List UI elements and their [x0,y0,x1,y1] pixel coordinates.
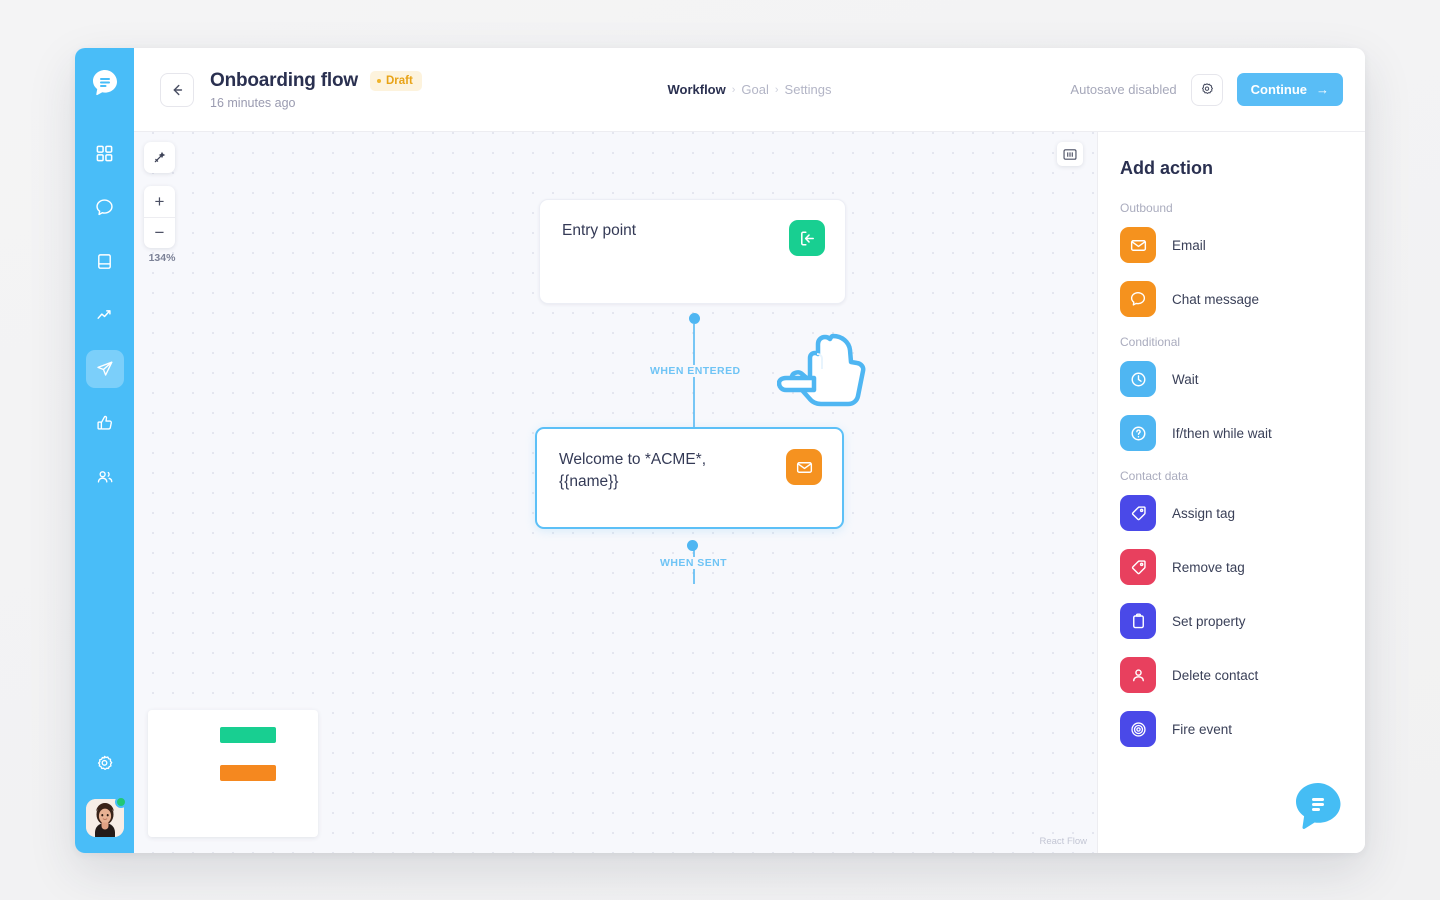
chat-widget-icon[interactable] [1293,781,1343,831]
action-item-delete-contact[interactable]: Delete contact [1120,657,1365,693]
sidebar-item-knowledge-base[interactable] [86,242,124,280]
continue-button-label: Continue [1250,82,1307,97]
rail-bottom-group [75,745,134,837]
breadcrumb-separator: › [774,83,779,96]
left-nav-rail [75,48,134,853]
action-item-label: Set property [1172,613,1246,629]
person-icon [1120,657,1156,693]
action-item-label: Remove tag [1172,559,1245,575]
zoom-controls: + − [144,186,175,248]
entry-point-icon [789,220,825,256]
main-body: + − 134% WHEN ENTERED WHEN SENT Entry po… [134,132,1365,853]
edge-label-when-entered: WHEN ENTERED [645,365,746,377]
arrow-right-icon: → [1316,82,1329,97]
sidebar-item-chats[interactable] [86,188,124,226]
page-background: Onboarding flow Draft 16 minutes ago Wor… [0,0,1440,900]
canvas-minimap[interactable] [148,710,318,837]
group-label-contact-data: Contact data [1120,469,1189,483]
action-item-label: Chat message [1172,291,1260,307]
edge-handle-email-out[interactable] [687,540,698,551]
chat-bubble-icon [1120,281,1156,317]
breadcrumb-item-workflow[interactable]: Workflow [667,82,725,97]
zoom-level-label: 134% [148,252,176,264]
breadcrumb-separator: › [731,83,736,96]
canvas-tools: + − 134% [144,142,180,264]
action-item-label: Email [1172,237,1206,253]
add-action-panel: Add action Outbound Email Chat message C… [1097,132,1365,853]
action-item-if-then-while-wait[interactable]: If/then while wait [1120,415,1365,451]
arrow-left-icon[interactable] [160,72,194,107]
edge-label-when-sent: WHEN SENT [655,557,733,569]
zoom-out-button[interactable]: − [144,217,175,248]
group-label-conditional: Conditional [1120,335,1181,349]
action-item-label: Delete contact [1172,667,1259,683]
action-item-set-property[interactable]: Set property [1120,603,1365,639]
magic-wand-icon[interactable] [144,142,175,173]
auto-layout-card [144,142,175,173]
app-shell: Onboarding flow Draft 16 minutes ago Wor… [134,48,1365,853]
rail-nav-list [85,134,124,496]
breadcrumb-item-settings[interactable]: Settings [785,82,832,97]
sidebar-item-reports[interactable] [86,296,124,334]
minimap-node-email [220,765,276,781]
status-badge: Draft [369,70,422,91]
edge-handle-entry-out[interactable] [689,313,700,324]
flow-node-title-line2: {{name}} [559,473,619,491]
action-item-label: If/then while wait [1172,425,1272,441]
action-item-email[interactable]: Email [1120,227,1365,263]
top-header: Onboarding flow Draft 16 minutes ago Wor… [134,48,1365,132]
flow-node-title-line1: Welcome to *ACME*, [559,451,707,468]
title-block: Onboarding flow Draft 16 minutes ago [210,70,422,110]
group-label-outbound: Outbound [1120,201,1173,215]
action-item-chat-message[interactable]: Chat message [1120,281,1365,317]
continue-button[interactable]: Continue → [1236,73,1343,106]
tag-icon [1120,495,1156,531]
flow-node-title: Entry point [562,222,637,239]
chat-logo-icon [86,64,124,102]
react-flow-attribution: React Flow [1039,836,1087,847]
minimap-node-entry [220,727,276,743]
status-dot-icon [376,78,381,83]
settings-gear-icon[interactable] [86,745,124,783]
breadcrumb: Workflow › Goal › Settings [667,82,831,97]
action-item-label: Assign tag [1172,505,1236,521]
sidebar-item-campaigns[interactable] [85,350,124,388]
action-item-label: Wait [1172,371,1199,387]
sidebar-item-contacts[interactable] [86,458,124,496]
clipboard-icon [1120,603,1156,639]
avatar[interactable] [85,796,127,837]
tag-icon [1120,549,1156,585]
action-item-assign-tag[interactable]: Assign tag [1120,495,1365,531]
email-icon [786,449,822,485]
online-status-dot [114,796,127,808]
app-window: Onboarding flow Draft 16 minutes ago Wor… [75,48,1365,853]
autosave-status: Autosave disabled [1070,82,1177,97]
email-icon [1120,227,1156,263]
zoom-in-button[interactable]: + [144,186,175,217]
panel-title: Add action [1120,158,1213,178]
clock-icon [1120,361,1156,397]
page-title: Onboarding flow [210,69,358,91]
flow-canvas[interactable]: + − 134% WHEN ENTERED WHEN SENT Entry po… [134,132,1097,853]
panel-layout-icon[interactable] [1057,142,1083,166]
status-badge-label: Draft [385,74,413,87]
header-actions: Autosave disabled Continue → [1070,73,1343,106]
action-item-remove-tag[interactable]: Remove tag [1120,549,1365,585]
sidebar-item-feedback[interactable] [86,404,124,442]
last-edited-timestamp: 16 minutes ago [210,95,296,110]
flow-node-title: Welcome to *ACME*, {{name}} [559,449,706,494]
action-item-label: Fire event [1172,721,1233,737]
target-icon [1120,711,1156,747]
breadcrumb-item-goal[interactable]: Goal [741,82,768,97]
action-item-wait[interactable]: Wait [1120,361,1365,397]
action-item-fire-event[interactable]: Fire event [1120,711,1365,747]
flow-node-email[interactable]: Welcome to *ACME*, {{name}} [535,427,844,529]
gear-icon[interactable] [1190,73,1223,106]
question-circle-icon [1120,415,1156,451]
flow-node-entry-point[interactable]: Entry point [539,199,846,304]
sidebar-item-dashboard[interactable] [86,134,124,172]
